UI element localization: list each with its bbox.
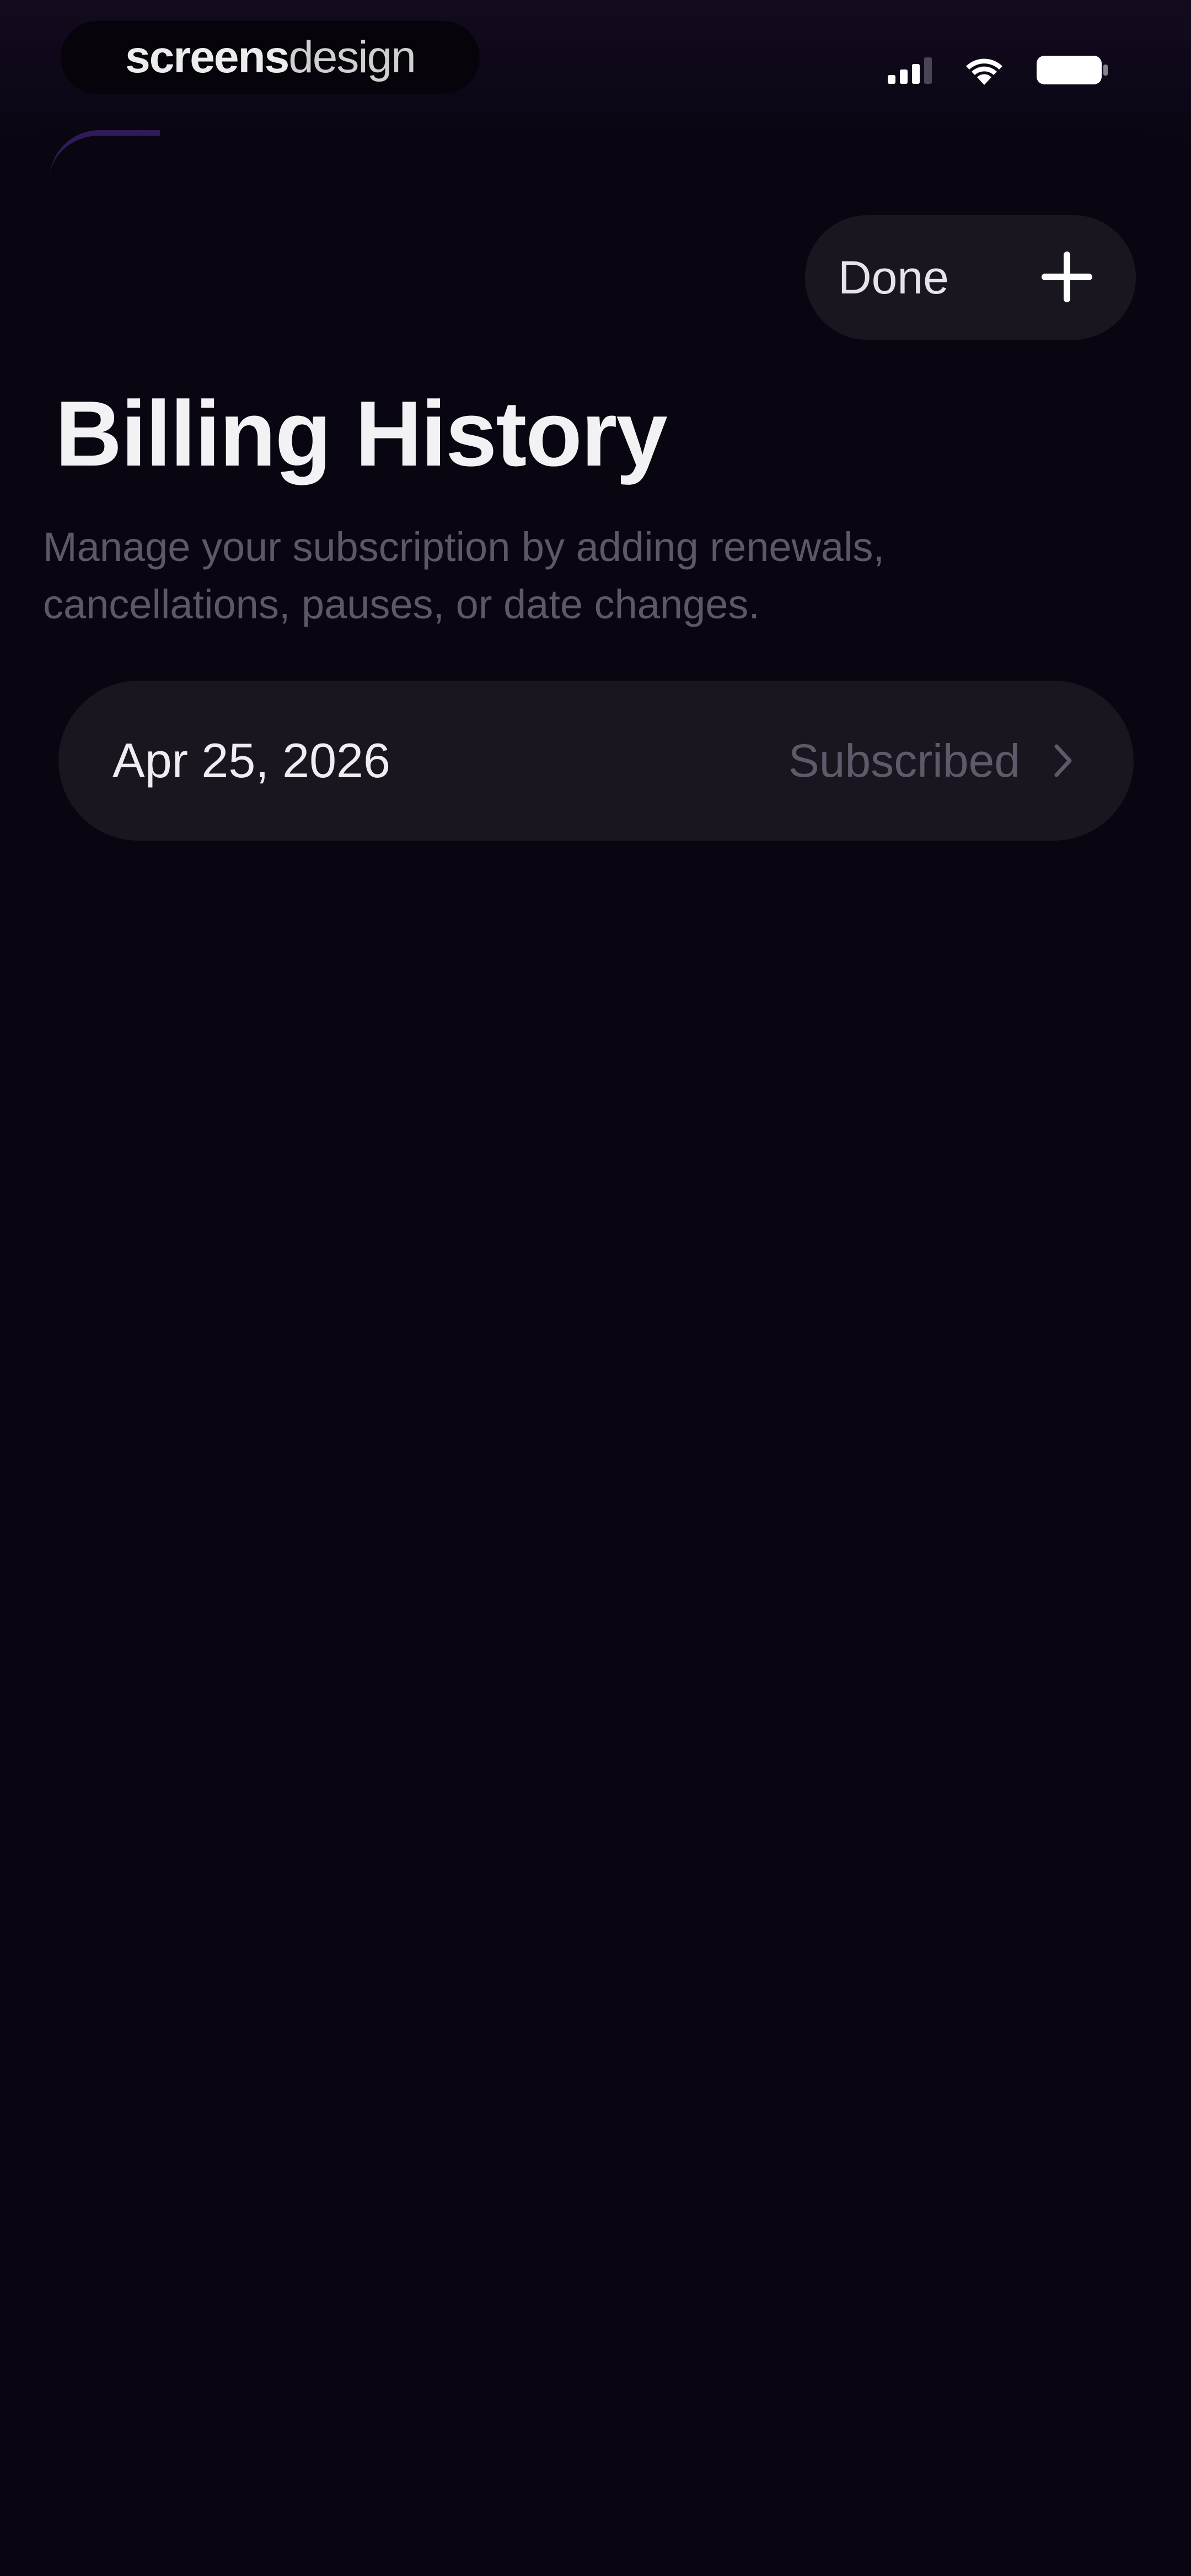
sheet-toolbar: Done	[805, 215, 1136, 340]
billing-history-row[interactable]: Apr 25, 2026 Subscribed	[58, 681, 1134, 841]
cellular-signal-icon	[888, 56, 932, 84]
status-icons	[888, 51, 1108, 89]
status-bar: screens design	[0, 0, 1191, 143]
add-entry-button[interactable]	[1037, 247, 1097, 308]
done-button[interactable]: Done	[838, 251, 949, 304]
billing-status: Subscribed	[788, 734, 1020, 787]
chevron-right-icon	[1053, 743, 1073, 778]
page-subtitle: Manage your subscription by adding renew…	[43, 524, 885, 627]
wifi-icon	[965, 55, 1004, 85]
page-title: Billing History	[55, 382, 668, 485]
billing-date: Apr 25, 2026	[112, 733, 390, 788]
billing-status-group: Subscribed	[788, 734, 1073, 788]
app-screen: screens design Done Billing History Mana…	[0, 0, 1191, 2576]
brand-badge: screens design	[61, 21, 480, 94]
brand-text-primary: screens	[125, 32, 289, 82]
plus-icon	[1042, 251, 1092, 304]
brand-text-secondary: design	[288, 32, 416, 82]
battery-icon	[1037, 54, 1108, 87]
billing-history-sheet	[0, 130, 1191, 2576]
